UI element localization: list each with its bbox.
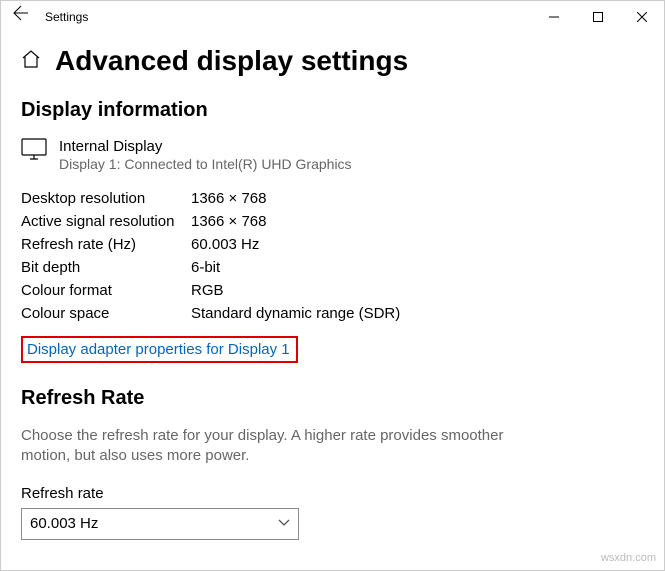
titlebar: Settings <box>1 1 664 33</box>
device-name: Internal Display <box>59 138 352 155</box>
spec-row: Refresh rate (Hz)60.003 Hz <box>21 236 644 253</box>
home-icon[interactable] <box>21 49 41 74</box>
refresh-rate-dropdown[interactable]: 60.003 Hz <box>21 508 299 540</box>
display-info-heading: Display information <box>21 99 644 122</box>
spec-value: 1366 × 768 <box>191 213 267 230</box>
spec-label: Colour space <box>21 305 191 322</box>
close-icon <box>637 12 647 22</box>
spec-row: Colour formatRGB <box>21 282 644 299</box>
spec-value: Standard dynamic range (SDR) <box>191 305 400 322</box>
spec-value: 60.003 Hz <box>191 236 259 253</box>
spec-value: 1366 × 768 <box>191 190 267 207</box>
house-icon <box>21 49 41 69</box>
page-header: Advanced display settings <box>21 45 644 77</box>
refresh-rate-description: Choose the refresh rate for your display… <box>21 426 521 467</box>
spec-value: RGB <box>191 282 224 299</box>
device-block: Internal Display Display 1: Connected to… <box>21 138 644 172</box>
maximize-button[interactable] <box>576 1 620 33</box>
window-title: Settings <box>41 10 532 24</box>
spec-row: Colour spaceStandard dynamic range (SDR) <box>21 305 644 322</box>
refresh-rate-section: Refresh Rate Choose the refresh rate for… <box>21 387 644 540</box>
arrow-left-icon <box>13 5 29 21</box>
page-title: Advanced display settings <box>55 45 408 77</box>
content-area: Advanced display settings Display inform… <box>1 33 664 540</box>
minimize-button[interactable] <box>532 1 576 33</box>
close-button[interactable] <box>620 1 664 33</box>
monitor-icon <box>21 138 47 165</box>
watermark: wsxdn.com <box>601 552 656 564</box>
refresh-rate-label: Refresh rate <box>21 485 644 502</box>
chevron-down-icon <box>278 515 290 532</box>
spec-row: Active signal resolution1366 × 768 <box>21 213 644 230</box>
spec-label: Bit depth <box>21 259 191 276</box>
spec-label: Active signal resolution <box>21 213 191 230</box>
spec-row: Desktop resolution1366 × 768 <box>21 190 644 207</box>
minimize-icon <box>549 12 559 22</box>
maximize-icon <box>593 12 603 22</box>
specs-table: Desktop resolution1366 × 768 Active sign… <box>21 190 644 322</box>
device-subtext: Display 1: Connected to Intel(R) UHD Gra… <box>59 156 352 172</box>
display-adapter-link[interactable]: Display adapter properties for Display 1 <box>21 336 298 363</box>
spec-label: Colour format <box>21 282 191 299</box>
caption-buttons <box>532 1 664 33</box>
spec-value: 6-bit <box>191 259 220 276</box>
spec-row: Bit depth6-bit <box>21 259 644 276</box>
refresh-rate-selected: 60.003 Hz <box>30 515 98 532</box>
back-button[interactable] <box>1 1 41 33</box>
refresh-rate-heading: Refresh Rate <box>21 387 644 410</box>
spec-label: Refresh rate (Hz) <box>21 236 191 253</box>
spec-label: Desktop resolution <box>21 190 191 207</box>
